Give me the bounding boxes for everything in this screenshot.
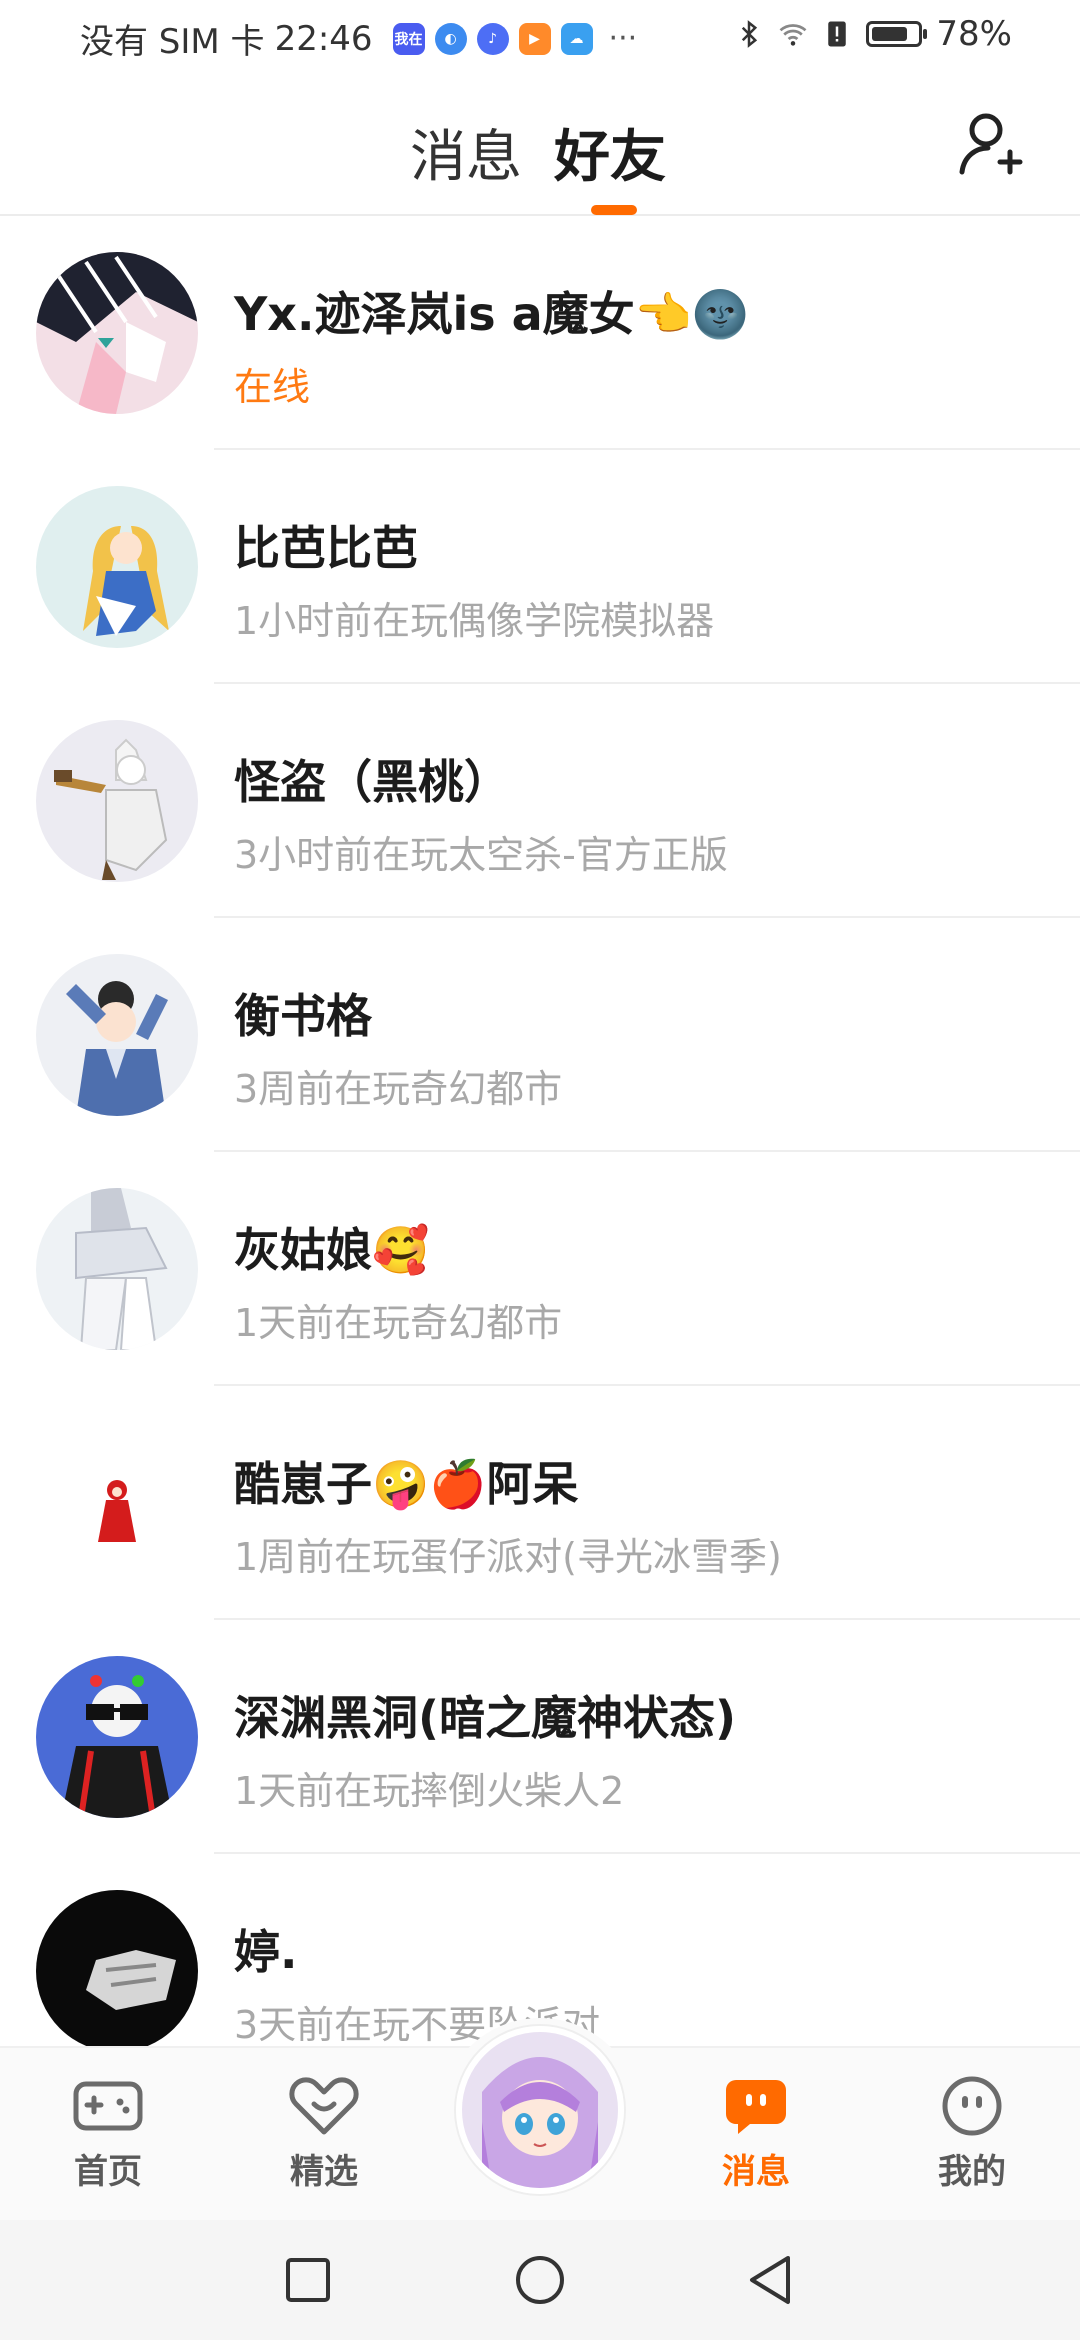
heart-icon	[289, 2077, 359, 2135]
chat-bubble-icon	[726, 2080, 786, 2134]
avatar	[36, 1656, 198, 1818]
avatar	[36, 486, 198, 648]
avatar	[36, 720, 198, 882]
play-icon: ▶	[518, 22, 551, 55]
nav-home[interactable]: 首页	[48, 2074, 168, 2193]
tab-messages[interactable]: 消息	[410, 112, 522, 193]
battery-icon	[866, 21, 928, 47]
friend-list: Yx.迹泽岚is a魔女👈🌚 在线 比芭比芭 1小时前在玩偶像学院模拟器 怪盗（…	[0, 216, 1080, 2088]
friend-row[interactable]: 衡书格 3周前在玩奇幻都市	[0, 918, 1080, 1152]
status-bar-left: 没有 SIM 卡 22:46 我在 ◐ ♪ ▶ ☁ ···	[80, 14, 637, 63]
status-bar-right: 78%	[734, 14, 1012, 54]
app-notification-icon: ◐	[434, 22, 467, 55]
back-triangle-icon[interactable]	[740, 2250, 800, 2310]
avatar	[36, 1188, 198, 1350]
status-bar: 没有 SIM 卡 22:46 我在 ◐ ♪ ▶ ☁ ··· 78%	[0, 0, 1080, 72]
carrier-text: 没有 SIM 卡	[80, 22, 265, 62]
friend-status: 3周前在玩奇幻都市	[234, 1067, 563, 1111]
top-tab-bar: 消息 好友	[0, 72, 1080, 216]
friend-status: 1天前在玩奇幻都市	[234, 1301, 563, 1345]
gamepad-icon	[73, 2081, 143, 2131]
friend-status: 1天前在玩摔倒火柴人2	[234, 1769, 625, 1813]
friend-name: Yx.迹泽岚is a魔女👈🌚	[234, 287, 750, 341]
app-notification-icon: 我在	[392, 22, 425, 55]
friend-name: 深渊黑洞(暗之魔神状态)	[234, 1691, 737, 1745]
friend-row[interactable]: 比芭比芭 1小时前在玩偶像学院模拟器	[0, 450, 1080, 684]
avatar	[36, 1890, 198, 2052]
music-icon: ♪	[476, 22, 509, 55]
nav-messages[interactable]: 消息	[696, 2074, 816, 2193]
nav-me-label: 我的	[938, 2152, 1006, 2192]
nav-me[interactable]: 我的	[912, 2074, 1032, 2193]
center-avatar-button[interactable]	[456, 2026, 624, 2194]
nav-featured[interactable]: 精选	[264, 2074, 384, 2193]
tab-friends[interactable]: 好友	[554, 112, 666, 193]
cloud-icon: ☁	[560, 22, 593, 55]
system-nav-bar	[0, 2220, 1080, 2340]
nav-messages-label: 消息	[722, 2152, 790, 2192]
friend-row[interactable]: 深渊黑洞(暗之魔神状态) 1天前在玩摔倒火柴人2	[0, 1620, 1080, 1854]
friend-status: 1周前在玩蛋仔派对(寻光冰雪季)	[234, 1535, 782, 1579]
friend-status: 1小时前在玩偶像学院模拟器	[234, 599, 715, 643]
home-circle-icon[interactable]	[510, 2250, 570, 2310]
friend-status: 3小时前在玩太空杀-官方正版	[234, 833, 728, 877]
avatar	[36, 252, 198, 414]
avatar	[36, 954, 198, 1116]
add-friend-icon[interactable]	[956, 108, 1026, 178]
battery-percent: 78%	[936, 14, 1012, 54]
sim-alert-icon	[828, 21, 847, 47]
avatar	[36, 1422, 198, 1584]
friend-name: 怪盗（黑桃）	[234, 755, 510, 809]
recent-apps-icon[interactable]	[278, 2250, 338, 2310]
smiley-face-icon	[942, 2076, 1002, 2136]
friend-name: 酷崽子🤪🍎阿呆	[234, 1457, 579, 1511]
more-notifications-icon: ···	[608, 21, 638, 56]
friend-name: 婷.	[234, 1925, 298, 1979]
friend-row[interactable]: 怪盗（黑桃） 3小时前在玩太空杀-官方正版	[0, 684, 1080, 918]
friend-name: 比芭比芭	[234, 521, 418, 575]
friend-name: 衡书格	[234, 989, 372, 1043]
clock: 22:46	[274, 18, 373, 59]
wifi-icon	[780, 24, 807, 46]
friend-row[interactable]: 酷崽子🤪🍎阿呆 1周前在玩蛋仔派对(寻光冰雪季)	[0, 1386, 1080, 1620]
nav-home-label: 首页	[74, 2152, 142, 2192]
friend-status: 在线	[234, 365, 311, 409]
notification-icons: 我在 ◐ ♪ ▶ ☁	[392, 22, 593, 55]
friend-row[interactable]: 灰姑娘🥰 1天前在玩奇幻都市	[0, 1152, 1080, 1386]
bluetooth-icon	[742, 20, 758, 48]
nav-featured-label: 精选	[290, 2152, 358, 2192]
friend-row[interactable]: Yx.迹泽岚is a魔女👈🌚 在线	[0, 216, 1080, 450]
active-tab-indicator	[591, 205, 637, 215]
friend-name: 灰姑娘🥰	[234, 1223, 430, 1277]
